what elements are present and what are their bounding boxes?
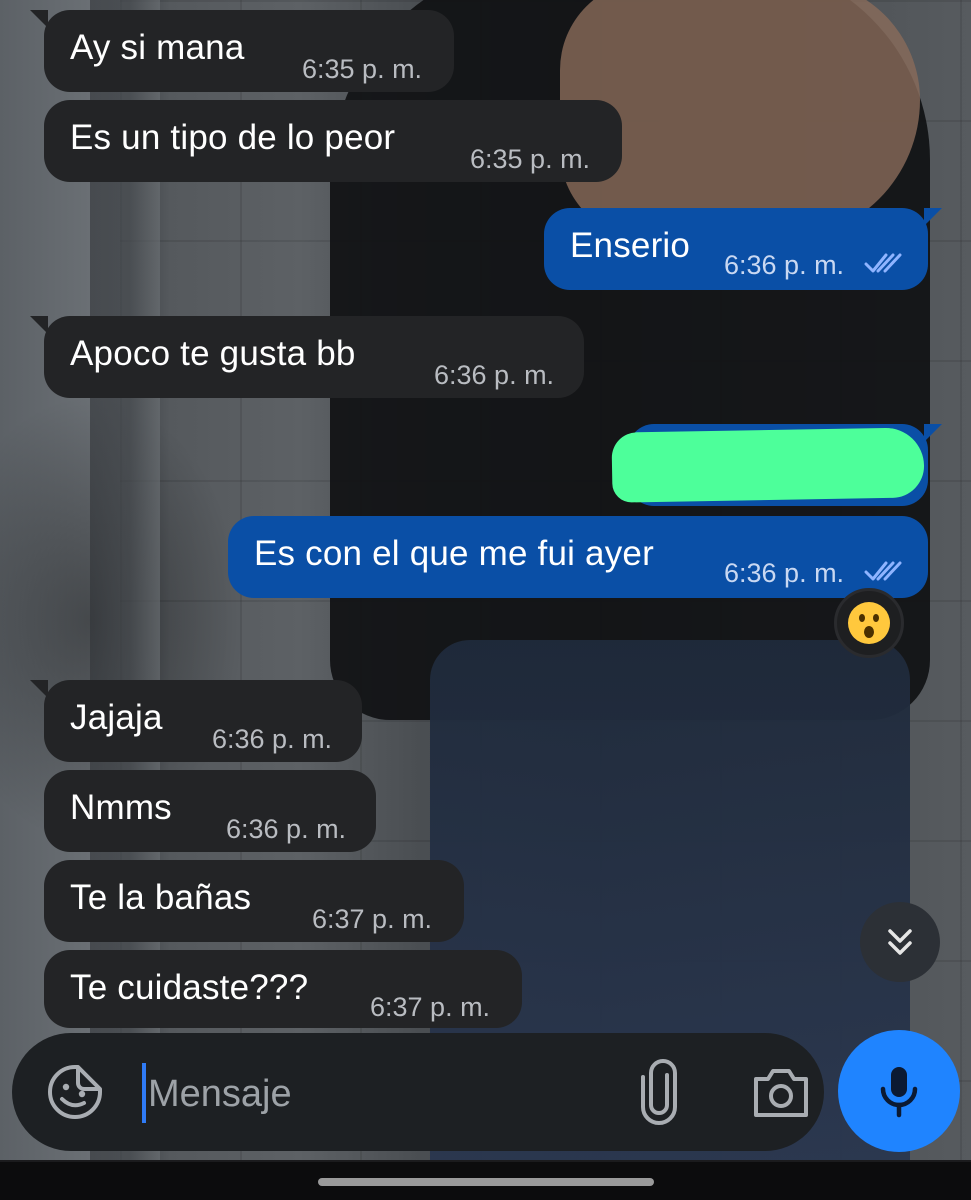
message-text: Es un tipo de lo peor <box>70 118 396 157</box>
message-composer <box>12 1033 824 1151</box>
paperclip-icon[interactable] <box>637 1059 681 1125</box>
message-bubble-incoming[interactable]: Ay si mana 6:35 p. m. <box>30 10 454 92</box>
message-time: 6:36 p. m. <box>226 814 347 844</box>
camera-icon[interactable] <box>750 1063 812 1121</box>
message-time: 6:36 p. m. <box>724 558 845 588</box>
double-check-icon <box>864 561 902 581</box>
double-chevron-down-icon <box>888 929 912 955</box>
scroll-to-bottom-button[interactable] <box>860 902 940 982</box>
message-bubble-incoming[interactable]: Te cuidaste??? 6:37 p. m. <box>44 950 522 1028</box>
redaction-scribble <box>611 427 925 503</box>
message-time: 6:35 p. m. <box>302 54 423 84</box>
message-text: Ay si mana <box>70 28 245 67</box>
microphone-icon <box>880 1067 918 1118</box>
message-text: Nmms <box>70 788 172 827</box>
message-text: Te cuidaste??? <box>70 968 309 1007</box>
home-gesture-handle[interactable] <box>318 1178 654 1186</box>
message-time: 6:36 p. m. <box>212 724 333 754</box>
message-time: 6:35 p. m. <box>470 144 591 174</box>
sticker-emoji-icon[interactable] <box>44 1061 106 1123</box>
message-text: Jajaja <box>70 698 163 737</box>
message-text: Te la bañas <box>70 878 252 917</box>
message-text: Es con el que me fui ayer <box>254 534 654 573</box>
double-check-icon <box>864 253 902 273</box>
reaction-badge[interactable] <box>834 588 904 658</box>
message-time: 6:37 p. m. <box>312 904 433 934</box>
message-bubble-incoming[interactable]: Te la bañas 6:37 p. m. <box>44 860 464 942</box>
message-text: Apoco te gusta bb <box>70 334 356 373</box>
message-bubble-incoming[interactable]: Jajaja 6:36 p. m. <box>30 680 362 762</box>
message-bubble-incoming[interactable]: Apoco te gusta bb 6:36 p. m. <box>30 316 584 398</box>
message-bubble-outgoing[interactable]: Es con el que me fui ayer 6:36 p. m. <box>228 516 928 598</box>
voice-message-button[interactable] <box>838 1030 960 1152</box>
message-time: 6:36 p. m. <box>724 250 845 280</box>
message-bubble-incoming[interactable]: Es un tipo de lo peor 6:35 p. m. <box>44 100 622 182</box>
surprised-face-icon <box>848 602 890 644</box>
message-input[interactable] <box>148 1067 588 1121</box>
text-cursor <box>142 1063 146 1123</box>
message-time: 6:36 p. m. <box>434 360 555 390</box>
message-text: Enserio <box>570 226 691 265</box>
message-time: 6:37 p. m. <box>370 992 491 1022</box>
system-navigation-bar <box>0 1162 971 1200</box>
message-bubble-incoming[interactable]: Nmms 6:36 p. m. <box>44 770 376 852</box>
message-bubble-outgoing[interactable]: Enserio 6:36 p. m. <box>544 208 942 290</box>
